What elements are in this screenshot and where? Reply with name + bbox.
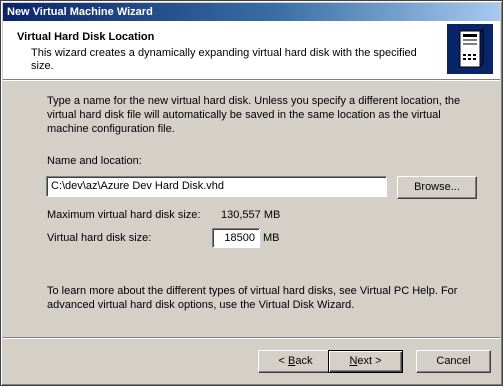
back-arrow-icon: < xyxy=(278,355,288,367)
max-size-value: 130,557 MB xyxy=(221,209,281,221)
name-location-label: Name and location: xyxy=(47,155,142,167)
intro-text: Type a name for the new virtual hard dis… xyxy=(47,95,461,135)
footer-separator xyxy=(3,337,500,339)
page-subtitle: This wizard creates a dynamically expand… xyxy=(31,47,417,72)
back-button[interactable]: < Back xyxy=(258,350,333,373)
wizard-window: New Virtual Machine Wizard Virtual Hard … xyxy=(0,0,503,386)
disk-size-unit: MB xyxy=(263,232,280,244)
next-button[interactable]: Next > xyxy=(328,350,403,373)
title-bar[interactable]: New Virtual Machine Wizard xyxy=(3,3,500,21)
cancel-button[interactable]: Cancel xyxy=(416,350,491,373)
wizard-header: Virtual Hard Disk Location This wizard c… xyxy=(3,21,500,79)
next-arrow-icon: > xyxy=(372,355,382,367)
window-title: New Virtual Machine Wizard xyxy=(7,6,153,18)
browse-button[interactable]: Browse... xyxy=(397,176,477,199)
back-label: ack xyxy=(295,355,313,367)
max-size-label: Maximum virtual hard disk size: xyxy=(47,209,201,221)
server-tower-icon xyxy=(447,24,493,74)
header-separator xyxy=(3,79,500,81)
next-label: ext xyxy=(357,355,373,367)
help-text: To learn more about the different types … xyxy=(47,285,458,311)
path-input[interactable]: C:\dev\az\Azure Dev Hard Disk.vhd xyxy=(46,176,387,197)
page-title: Virtual Hard Disk Location xyxy=(17,31,155,43)
disk-size-input[interactable]: 18500 xyxy=(212,228,260,248)
disk-size-label: Virtual hard disk size: xyxy=(47,232,152,244)
